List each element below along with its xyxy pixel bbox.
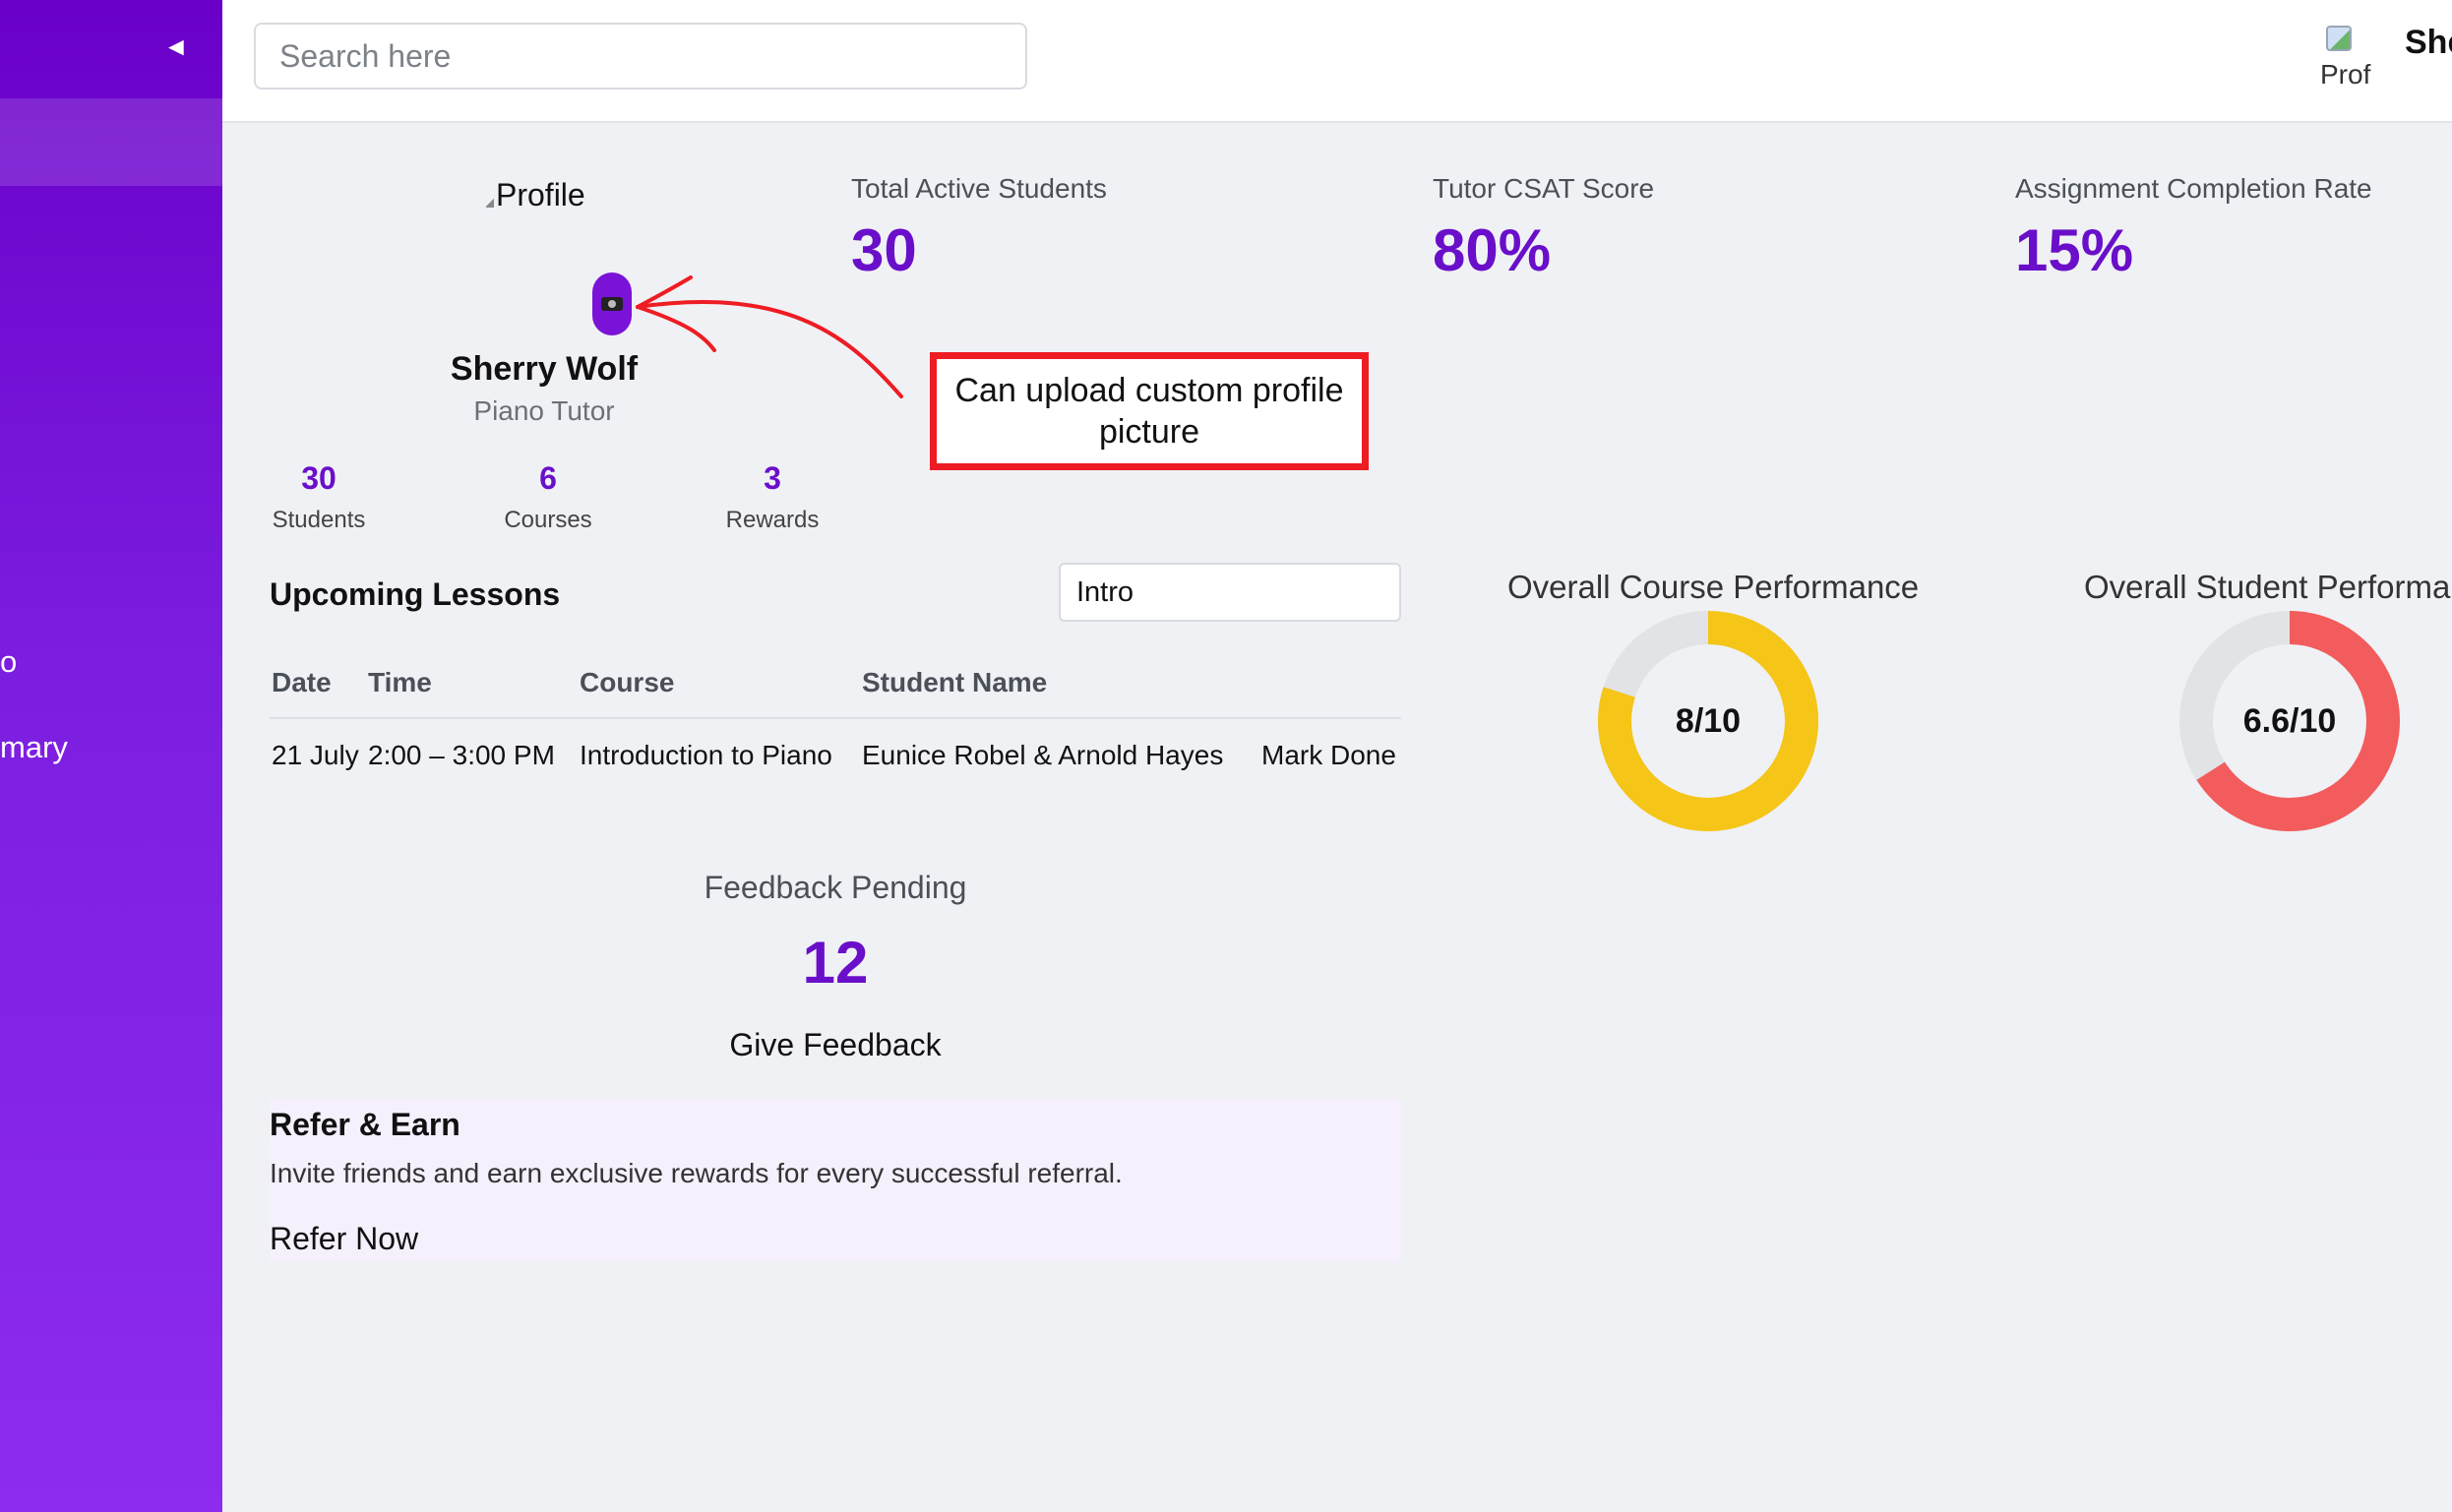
lesson-time: 2:00 – 3:00 PM [368, 740, 555, 770]
give-feedback-button[interactable]: Give Feedback [565, 1027, 1106, 1063]
donut-score-label: 6.6/10 [2242, 701, 2337, 740]
stat-label: Students [272, 507, 366, 533]
refer-title: Refer & Earn [270, 1107, 460, 1142]
feedback-pending-count: 12 [802, 930, 869, 996]
sidebar-item-summary[interactable]: mary [0, 730, 68, 765]
lesson-course: Introduction to Piano [580, 740, 832, 770]
donut-score-label: 8/10 [1675, 701, 1742, 740]
profile-stat-rewards: 3 Rewards [684, 460, 861, 534]
profile-stat-courses: 6 Courses [460, 460, 637, 534]
broken-image-icon [2326, 26, 2352, 51]
stat-value: 3 [764, 460, 781, 496]
user-avatar[interactable]: Prof [2318, 26, 2381, 85]
student-performance-donut: 6.6/10 [2176, 608, 2403, 834]
profile-stat-students: 30 Students [230, 460, 407, 534]
column-header-course: Course [580, 667, 675, 697]
table-divider [270, 717, 1401, 719]
kpi-value: 80% [1433, 217, 1552, 283]
kpi-assignment-completion-rate: Assignment Completion Rate 15% [2015, 173, 2372, 284]
header-user-name[interactable]: She [2405, 24, 2452, 62]
sidebar-item-partial[interactable]: o [0, 644, 17, 680]
stat-label: Courses [504, 507, 592, 533]
sidebar: ◄ o mary [0, 0, 222, 1512]
mark-done-button[interactable]: Mark Done [1261, 740, 1396, 771]
stat-label: Rewards [725, 507, 820, 533]
search-input[interactable] [254, 23, 1027, 90]
profile-image: Profile [486, 177, 585, 213]
column-header-date: Date [272, 667, 332, 697]
course-performance-title: Overall Course Performance [1507, 569, 1920, 605]
avatar-alt-text: Prof [2320, 59, 2371, 85]
lesson-date: 21 July [272, 740, 359, 770]
stat-value: 30 [301, 460, 337, 496]
kpi-label: Total Active Students [851, 173, 1107, 204]
collapse-sidebar-icon[interactable]: ◄ [163, 31, 189, 62]
column-header-student-name: Student Name [862, 667, 1048, 697]
feedback-pending-label: Feedback Pending [704, 870, 967, 905]
annotation-callout: Can upload custom profile picture [930, 352, 1369, 470]
lesson-students: Eunice Robel & Arnold Hayes [862, 740, 1224, 770]
refer-now-button[interactable]: Refer Now [270, 1221, 418, 1257]
kpi-value: 15% [2015, 217, 2134, 283]
student-performance-title: Overall Student Performar [2084, 569, 2452, 605]
column-header-time: Time [368, 667, 432, 697]
annotation-arrow [636, 275, 903, 398]
top-header: Prof She [222, 0, 2452, 123]
course-performance-donut: 8/10 [1595, 608, 1821, 834]
kpi-label: Tutor CSAT Score [1433, 173, 1655, 204]
refer-earn-card: Refer & Earn Invite friends and earn exc… [270, 1099, 1401, 1262]
upcoming-lessons-title: Upcoming Lessons [270, 576, 561, 612]
kpi-label: Assignment Completion Rate [2015, 173, 2372, 204]
refer-description: Invite friends and earn exclusive reward… [270, 1158, 1123, 1188]
course-filter-select[interactable]: Intro [1059, 563, 1401, 622]
stat-value: 6 [539, 460, 557, 496]
kpi-tutor-csat-score: Tutor CSAT Score 80% [1433, 173, 1654, 284]
sidebar-active-item[interactable] [0, 98, 222, 186]
